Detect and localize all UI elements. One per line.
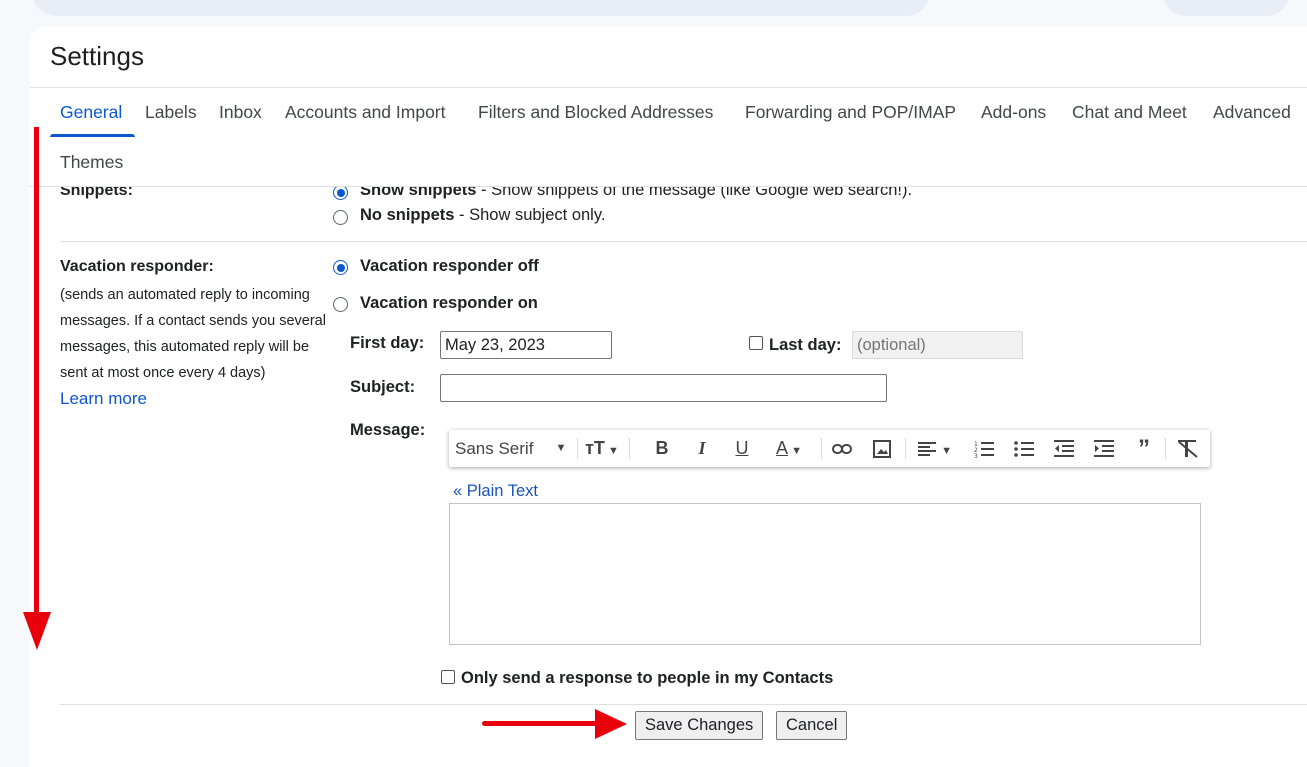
learn-more-link[interactable]: Learn more (60, 389, 147, 408)
show-snippets-label: Show snippets (360, 187, 477, 199)
tab-chat-and-meet[interactable]: Chat and Meet (1072, 102, 1187, 123)
page-title: Settings (50, 41, 144, 71)
subject-label: Subject: (350, 378, 416, 396)
contacts-only-checkbox[interactable] (441, 670, 455, 684)
vacation-on-option[interactable]: Vacation responder on (360, 294, 538, 313)
subject-input[interactable] (440, 374, 887, 402)
bold-icon[interactable]: B (647, 430, 677, 467)
tab-filters-and-blocked-addresses[interactable]: Filters and Blocked Addresses (478, 102, 713, 123)
italic-icon[interactable]: I (687, 430, 717, 467)
tab-inbox[interactable]: Inbox (219, 102, 262, 123)
align-icon[interactable]: ▼ (915, 430, 955, 467)
numbered-list-icon[interactable]: 123 (969, 430, 999, 467)
tab-themes[interactable]: Themes (60, 152, 123, 173)
contacts-only-label: Only send a response to people in my Con… (461, 669, 834, 687)
vacation-note: (sends an automated reply to incoming me… (60, 282, 335, 413)
font-size-icon[interactable]: тT ▼ (585, 430, 619, 467)
save-changes-button[interactable]: Save Changes (635, 711, 764, 740)
formatting-toolbar: Sans Serif ▼ тT ▼ B I U A ▼ ▼ 123 ” (449, 430, 1210, 467)
title-divider (30, 87, 1307, 88)
toolbar-divider (1165, 438, 1166, 459)
vacation-responder-label: Vacation responder: (60, 258, 214, 275)
actions-divider (60, 704, 1307, 705)
first-day-input[interactable] (440, 331, 612, 359)
vacation-on-radio[interactable] (333, 297, 348, 312)
cancel-button[interactable]: Cancel (776, 711, 848, 740)
active-tab-indicator (50, 134, 135, 137)
toolbar-divider (629, 438, 630, 459)
snippets-section: Snippets: Show snippets - Show snippets … (0, 187, 1307, 237)
no-snippets-desc: - Show subject only. (454, 206, 606, 224)
remove-formatting-icon[interactable] (1173, 430, 1203, 467)
svg-text:3: 3 (974, 453, 978, 458)
toolbar-divider (905, 438, 906, 459)
tab-add-ons[interactable]: Add-ons (981, 102, 1046, 123)
show-snippets-option[interactable]: Show snippets - Show snippets of the mes… (360, 187, 912, 200)
no-snippets-radio[interactable] (333, 210, 348, 225)
last-day-checkbox[interactable] (749, 336, 763, 350)
arrow-head-right-icon (595, 709, 627, 739)
tab-accounts-and-import[interactable]: Accounts and Import (285, 102, 446, 123)
scroll-down-arrow (34, 127, 39, 617)
message-body[interactable] (449, 503, 1201, 645)
contacts-only-option[interactable]: Only send a response to people in my Con… (461, 669, 833, 688)
section-divider (60, 241, 1307, 242)
message-label: Message: (350, 421, 426, 439)
tab-general[interactable]: General (60, 102, 122, 123)
font-family-select[interactable]: Sans Serif (455, 430, 541, 467)
show-snippets-radio[interactable] (333, 187, 348, 200)
tab-labels[interactable]: Labels (145, 102, 197, 123)
pointer-arrow (482, 721, 602, 726)
vacation-off-option[interactable]: Vacation responder off (360, 257, 539, 276)
indent-more-icon[interactable] (1089, 430, 1119, 467)
plain-text-link[interactable]: « Plain Text (453, 482, 538, 501)
chevron-down-icon[interactable]: ▼ (553, 430, 569, 467)
underline-icon[interactable]: U (727, 430, 757, 467)
no-snippets-option[interactable]: No snippets - Show subject only. (360, 206, 605, 225)
no-snippets-label: No snippets (360, 206, 455, 224)
top-right-pill[interactable] (1162, 0, 1290, 16)
first-day-label: First day: (350, 334, 425, 352)
image-icon[interactable] (867, 430, 897, 467)
tab-advanced[interactable]: Advanced (1213, 102, 1291, 123)
arrow-head-down-icon (23, 612, 51, 650)
vacation-on-label: Vacation responder on (360, 294, 538, 312)
search-bar[interactable] (32, 0, 930, 16)
show-snippets-desc: - Show snippets of the message (like Goo… (476, 187, 913, 199)
last-day-label: Last day: (769, 336, 842, 354)
font-family-label: Sans Serif (455, 439, 534, 458)
tab-forwarding-pop-imap[interactable]: Forwarding and POP/IMAP (745, 102, 956, 123)
indent-less-icon[interactable] (1049, 430, 1079, 467)
vacation-off-radio[interactable] (333, 260, 348, 275)
quote-icon[interactable]: ” (1129, 430, 1159, 467)
last-day-input[interactable] (852, 331, 1023, 359)
vacation-note-text: (sends an automated reply to incoming me… (60, 287, 326, 381)
link-icon[interactable] (827, 430, 857, 467)
vacation-off-label: Vacation responder off (360, 257, 539, 275)
toolbar-divider (577, 438, 578, 459)
snippets-label: Snippets: (60, 187, 133, 199)
bulleted-list-icon[interactable] (1009, 430, 1039, 467)
text-color-icon[interactable]: A ▼ (767, 430, 811, 467)
toolbar-divider (821, 438, 822, 459)
